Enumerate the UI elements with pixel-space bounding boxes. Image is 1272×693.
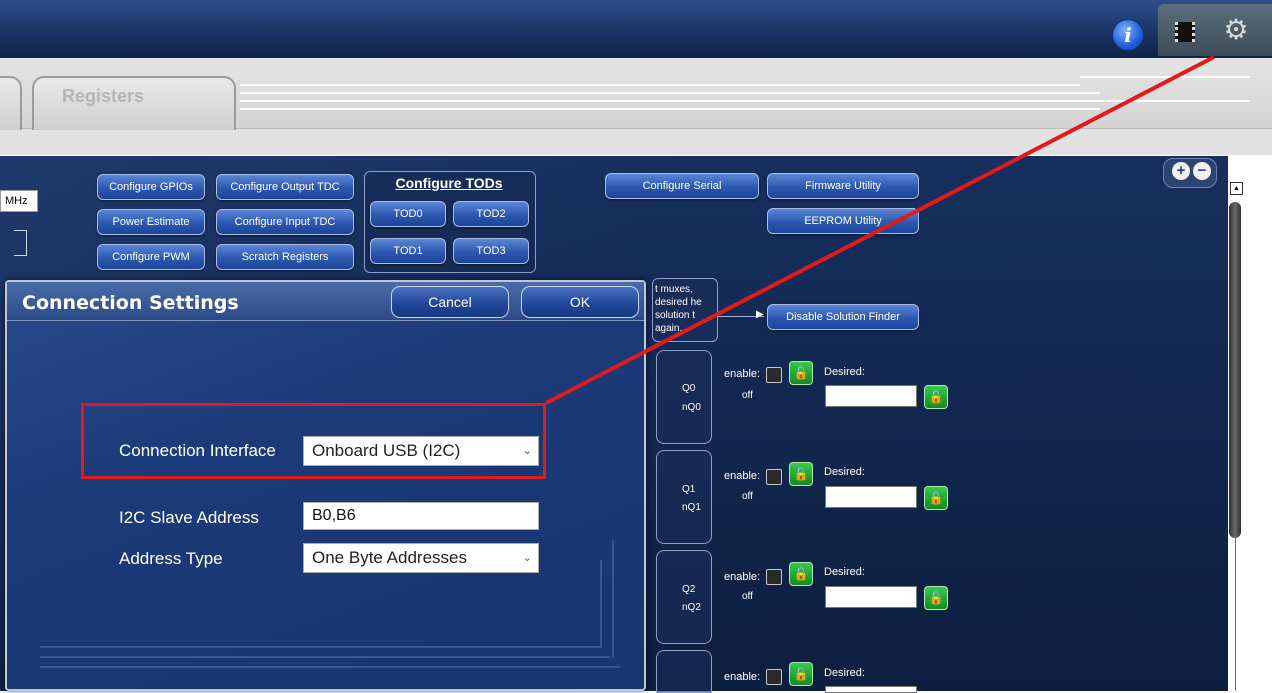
- unlock-icon[interactable]: 🔓: [924, 486, 948, 510]
- zoom-out-button[interactable]: −: [1193, 162, 1211, 180]
- tod1-button[interactable]: TOD1: [370, 238, 446, 264]
- circuit-trace: [600, 560, 602, 648]
- circuit-trace: [1120, 100, 1250, 102]
- scroll-up-arrow-icon[interactable]: ▲: [1230, 182, 1243, 195]
- desired-frequency-input-q2[interactable]: [825, 586, 917, 608]
- tab-previous[interactable]: [0, 76, 22, 130]
- gear-icon[interactable]: ⚙: [1222, 16, 1250, 44]
- enable-checkbox-q1[interactable]: [766, 469, 782, 485]
- configure-output-tdc-button[interactable]: Configure Output TDC: [216, 174, 354, 200]
- configure-input-tdc-button[interactable]: Configure Input TDC: [216, 209, 354, 235]
- circuit-trace: [240, 92, 1100, 94]
- output-q1-label: Q1: [682, 484, 696, 495]
- unlock-icon[interactable]: 🔓: [924, 586, 948, 610]
- enable-checkbox-q2[interactable]: [766, 569, 782, 585]
- output-q0-box: [656, 350, 712, 444]
- output-q2-label: Q2: [682, 584, 696, 595]
- unlock-icon[interactable]: 🔓: [789, 361, 813, 385]
- address-type-select[interactable]: One Byte Addresses ⌄: [303, 543, 539, 573]
- unlock-icon[interactable]: 🔓: [789, 562, 813, 586]
- output-nq0-label: nQ0: [682, 402, 701, 413]
- scrollbar-rail: [1235, 538, 1236, 691]
- top-header-bar: [0, 0, 1272, 60]
- info-icon[interactable]: i: [1112, 19, 1144, 51]
- address-type-label: Address Type: [119, 549, 223, 568]
- scratch-registers-button[interactable]: Scratch Registers: [216, 244, 354, 270]
- output-nq2-label: nQ2: [682, 602, 701, 613]
- output-q1-box: [656, 450, 712, 544]
- firmware-utility-button[interactable]: Firmware Utility: [767, 173, 919, 199]
- output-q1-state: off: [742, 491, 753, 502]
- signal-waveform: [14, 230, 27, 256]
- enable-label: enable:: [724, 671, 761, 683]
- arrow-right-icon: ▶: [756, 309, 764, 320]
- eeprom-utility-button[interactable]: EEPROM Utility: [767, 208, 919, 234]
- circuit-trace: [40, 666, 620, 668]
- output-q2-state: off: [742, 591, 753, 602]
- enable-label: enable:: [724, 571, 761, 583]
- configure-gpios-button[interactable]: Configure GPIOs: [97, 174, 205, 200]
- tod0-button[interactable]: TOD0: [370, 201, 446, 227]
- configure-pwm-button[interactable]: Configure PWM: [97, 244, 205, 270]
- desired-frequency-input-q3[interactable]: [825, 686, 917, 693]
- configure-serial-button[interactable]: Configure Serial: [605, 173, 759, 199]
- configure-tods-title[interactable]: Configure TODs: [364, 175, 534, 191]
- enable-checkbox-q0[interactable]: [766, 367, 782, 383]
- solution-finder-note: t muxes, desired he solution t again.: [652, 278, 718, 342]
- desired-label: Desired:: [824, 466, 865, 478]
- circuit-trace: [40, 656, 610, 658]
- desired-label: Desired:: [824, 366, 865, 378]
- tod2-button[interactable]: TOD2: [453, 201, 529, 227]
- dialog-title: Connection Settings: [22, 292, 239, 314]
- circuit-trace: [240, 84, 1080, 86]
- scrollbar-thumb[interactable]: [1229, 202, 1241, 538]
- annotation-highlight-box: [81, 403, 546, 479]
- desired-label: Desired:: [824, 566, 865, 578]
- disable-solution-finder-button[interactable]: Disable Solution Finder: [767, 304, 919, 330]
- output-nq1-label: nQ1: [682, 502, 701, 513]
- circuit-trace: [240, 108, 1100, 110]
- slave-address-input[interactable]: B0,B6: [303, 502, 539, 530]
- output-q2-box: [656, 550, 712, 644]
- frequency-field[interactable]: MHz: [0, 190, 38, 212]
- power-estimate-button[interactable]: Power Estimate: [97, 209, 205, 235]
- desired-label: Desired:: [824, 667, 865, 679]
- unlock-icon[interactable]: 🔓: [924, 385, 948, 409]
- circuit-trace: [240, 100, 1120, 102]
- cancel-button[interactable]: Cancel: [391, 286, 509, 318]
- tod3-button[interactable]: TOD3: [453, 238, 529, 264]
- zoom-in-button[interactable]: +: [1172, 162, 1190, 180]
- output-q0-state: off: [742, 390, 753, 401]
- output-q0-label: Q0: [682, 383, 696, 394]
- tab-registers-label: Registers: [62, 86, 145, 106]
- circuit-trace: [612, 540, 614, 658]
- chip-icon[interactable]: [1175, 22, 1195, 42]
- desired-frequency-input-q0[interactable]: [825, 385, 917, 407]
- address-type-value: One Byte Addresses: [312, 548, 467, 567]
- slave-address-label: I2C Slave Address: [119, 508, 259, 527]
- enable-checkbox-q3[interactable]: [766, 669, 782, 685]
- output-q3-box: [656, 650, 712, 693]
- tab-strip-base: [0, 128, 1272, 155]
- chevron-down-icon: ⌄: [522, 552, 532, 564]
- circuit-trace: [40, 646, 600, 648]
- unlock-icon[interactable]: 🔓: [789, 662, 813, 686]
- circuit-trace: [1080, 76, 1250, 78]
- desired-frequency-input-q1[interactable]: [825, 486, 917, 508]
- enable-label: enable:: [724, 368, 761, 380]
- ok-button[interactable]: OK: [521, 286, 639, 318]
- connection-settings-dialog: [5, 280, 646, 691]
- unlock-icon[interactable]: 🔓: [789, 462, 813, 486]
- enable-label: enable:: [724, 470, 761, 482]
